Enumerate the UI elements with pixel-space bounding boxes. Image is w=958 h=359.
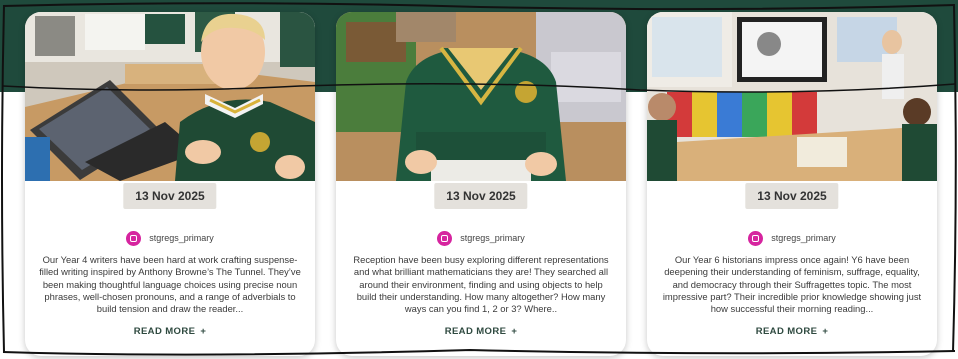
post-photo[interactable] [336,12,626,181]
post-photo[interactable] [25,12,315,181]
instagram-handle: stgregs_primary [460,233,525,243]
classroom-photo-reception [336,12,626,181]
plus-icon: + [200,326,207,337]
post-author[interactable]: stgregs_primary [25,230,315,246]
read-more-label: READ MORE [444,326,507,337]
instagram-icon [748,230,764,246]
post-author[interactable]: stgregs_primary [336,230,626,246]
post-date-badge: 13 Nov 2025 [745,183,839,209]
post-photo[interactable] [647,12,937,181]
plus-icon: + [511,326,518,337]
instagram-feed: 13 Nov 2025 stgregs_primary Our Year 4 w… [0,0,958,359]
classroom-photo-year6 [647,12,937,181]
read-more-button[interactable]: READ MORE + [647,326,937,337]
post-caption: Our Year 4 writers have been hard at wor… [39,254,301,315]
instagram-handle: stgregs_primary [771,233,836,243]
read-more-button[interactable]: READ MORE + [336,326,626,337]
read-more-label: READ MORE [755,326,818,337]
read-more-button[interactable]: READ MORE + [25,326,315,337]
post-caption: Our Year 6 historians impress once again… [662,254,922,315]
post-card[interactable]: 13 Nov 2025 stgregs_primary Our Year 4 w… [25,12,315,356]
post-date-badge: 13 Nov 2025 [434,183,528,209]
instagram-handle: stgregs_primary [149,233,214,243]
post-author[interactable]: stgregs_primary [647,230,937,246]
post-card[interactable]: 13 Nov 2025 stgregs_primary Reception ha… [336,12,626,356]
instagram-icon [126,230,142,246]
post-date-badge: 13 Nov 2025 [123,183,217,209]
post-card[interactable]: 13 Nov 2025 stgregs_primary Our Year 6 h… [647,12,937,356]
classroom-photo-year4 [25,12,315,181]
post-caption: Reception have been busy exploring diffe… [353,254,609,315]
plus-icon: + [822,326,829,337]
read-more-label: READ MORE [133,326,196,337]
instagram-icon [437,230,453,246]
